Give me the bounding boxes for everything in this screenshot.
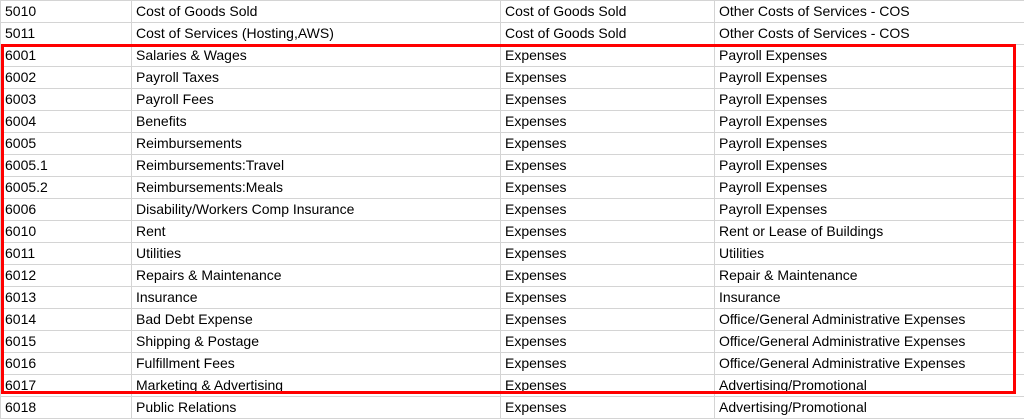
- cell-account-name[interactable]: Benefits: [131, 110, 501, 133]
- table-row: 6002 Payroll Taxes Expenses Payroll Expe…: [0, 66, 1024, 89]
- cell-detail-type[interactable]: Rent or Lease of Buildings: [714, 220, 1024, 243]
- cell-account-type[interactable]: Expenses: [500, 308, 715, 331]
- cell-account-name[interactable]: Utilities: [131, 242, 501, 265]
- cell-account-type[interactable]: Expenses: [500, 242, 715, 265]
- cell-account-name[interactable]: Rent: [131, 220, 501, 243]
- cell-account-name[interactable]: Reimbursements:Travel: [131, 154, 501, 177]
- cell-account-type[interactable]: Expenses: [500, 330, 715, 353]
- cell-detail-type[interactable]: Repair & Maintenance: [714, 264, 1024, 287]
- cell-account-name[interactable]: Bad Debt Expense: [131, 308, 501, 331]
- cell-detail-type[interactable]: Payroll Expenses: [714, 176, 1024, 199]
- table-row: 6004 Benefits Expenses Payroll Expenses: [0, 110, 1024, 133]
- table-row: 6012 Repairs & Maintenance Expenses Repa…: [0, 264, 1024, 287]
- cell-detail-type[interactable]: Payroll Expenses: [714, 198, 1024, 221]
- cell-account-type[interactable]: Expenses: [500, 374, 715, 397]
- cell-account-type[interactable]: Expenses: [500, 154, 715, 177]
- cell-account-name[interactable]: Cost of Services (Hosting,AWS): [131, 22, 501, 45]
- cell-detail-type[interactable]: Payroll Expenses: [714, 154, 1024, 177]
- cell-account-code[interactable]: 6005.1: [0, 154, 132, 177]
- cell-account-code[interactable]: 6002: [0, 66, 132, 89]
- table-row: 6016 Fulfillment Fees Expenses Office/Ge…: [0, 352, 1024, 375]
- cell-account-name[interactable]: Cost of Goods Sold: [131, 0, 501, 23]
- cell-detail-type[interactable]: Payroll Expenses: [714, 88, 1024, 111]
- cell-account-type[interactable]: Expenses: [500, 396, 715, 419]
- table-row: 6018 Public Relations Expenses Advertisi…: [0, 396, 1024, 419]
- cell-account-type[interactable]: Cost of Goods Sold: [500, 22, 715, 45]
- cell-account-code[interactable]: 5011: [0, 22, 132, 45]
- cell-account-type[interactable]: Cost of Goods Sold: [500, 0, 715, 23]
- cell-account-name[interactable]: Fulfillment Fees: [131, 352, 501, 375]
- cell-account-code[interactable]: 6004: [0, 110, 132, 133]
- cell-account-name[interactable]: Insurance: [131, 286, 501, 309]
- cell-account-type[interactable]: Expenses: [500, 220, 715, 243]
- cell-account-code[interactable]: 6006: [0, 198, 132, 221]
- cell-account-type[interactable]: Expenses: [500, 286, 715, 309]
- cell-account-code[interactable]: 6011: [0, 242, 132, 265]
- cell-detail-type[interactable]: Other Costs of Services - COS: [714, 22, 1024, 45]
- table-row: 6005.2 Reimbursements:Meals Expenses Pay…: [0, 176, 1024, 199]
- cell-account-name[interactable]: Public Relations: [131, 396, 501, 419]
- cell-account-name[interactable]: Repairs & Maintenance: [131, 264, 501, 287]
- cell-account-code[interactable]: 6017: [0, 374, 132, 397]
- cell-detail-type[interactable]: Office/General Administrative Expenses: [714, 352, 1024, 375]
- cell-detail-type[interactable]: Other Costs of Services - COS: [714, 0, 1024, 23]
- cell-account-code[interactable]: 6014: [0, 308, 132, 331]
- spreadsheet: 5010 Cost of Goods Sold Cost of Goods So…: [0, 0, 1024, 419]
- table-row: 6005.1 Reimbursements:Travel Expenses Pa…: [0, 154, 1024, 177]
- cell-detail-type[interactable]: Insurance: [714, 286, 1024, 309]
- cell-detail-type[interactable]: Payroll Expenses: [714, 132, 1024, 155]
- cell-account-name[interactable]: Marketing & Advertising: [131, 374, 501, 397]
- cell-account-code[interactable]: 6012: [0, 264, 132, 287]
- table-row: 6006 Disability/Workers Comp Insurance E…: [0, 198, 1024, 221]
- cell-detail-type[interactable]: Advertising/Promotional: [714, 374, 1024, 397]
- cell-account-name[interactable]: Reimbursements: [131, 132, 501, 155]
- cell-detail-type[interactable]: Payroll Expenses: [714, 110, 1024, 133]
- cell-account-name[interactable]: Reimbursements:Meals: [131, 176, 501, 199]
- cell-detail-type[interactable]: Office/General Administrative Expenses: [714, 308, 1024, 331]
- cell-account-type[interactable]: Expenses: [500, 352, 715, 375]
- table-row: 6003 Payroll Fees Expenses Payroll Expen…: [0, 88, 1024, 111]
- table-row: 6010 Rent Expenses Rent or Lease of Buil…: [0, 220, 1024, 243]
- cell-account-name[interactable]: Payroll Taxes: [131, 66, 501, 89]
- cell-account-code[interactable]: 5010: [0, 0, 132, 23]
- cell-account-type[interactable]: Expenses: [500, 44, 715, 67]
- cell-account-type[interactable]: Expenses: [500, 88, 715, 111]
- cell-account-type[interactable]: Expenses: [500, 110, 715, 133]
- table-row: 6005 Reimbursements Expenses Payroll Exp…: [0, 132, 1024, 155]
- cell-account-code[interactable]: 6005: [0, 132, 132, 155]
- cell-account-name[interactable]: Shipping & Postage: [131, 330, 501, 353]
- cell-account-name[interactable]: Disability/Workers Comp Insurance: [131, 198, 501, 221]
- cell-account-name[interactable]: Salaries & Wages: [131, 44, 501, 67]
- cell-account-name[interactable]: Payroll Fees: [131, 88, 501, 111]
- chart-of-accounts-table: 5010 Cost of Goods Sold Cost of Goods So…: [0, 0, 1024, 419]
- cell-account-type[interactable]: Expenses: [500, 198, 715, 221]
- cell-detail-type[interactable]: Advertising/Promotional: [714, 396, 1024, 419]
- cell-account-code[interactable]: 6015: [0, 330, 132, 353]
- cell-account-code[interactable]: 6005.2: [0, 176, 132, 199]
- table-row: 6001 Salaries & Wages Expenses Payroll E…: [0, 44, 1024, 67]
- table-row: 6015 Shipping & Postage Expenses Office/…: [0, 330, 1024, 353]
- table-row: 6013 Insurance Expenses Insurance: [0, 286, 1024, 309]
- cell-account-code[interactable]: 6001: [0, 44, 132, 67]
- table-row: 6014 Bad Debt Expense Expenses Office/Ge…: [0, 308, 1024, 331]
- cell-account-code[interactable]: 6013: [0, 286, 132, 309]
- cell-account-type[interactable]: Expenses: [500, 66, 715, 89]
- cell-detail-type[interactable]: Payroll Expenses: [714, 66, 1024, 89]
- cell-account-code[interactable]: 6010: [0, 220, 132, 243]
- cell-account-type[interactable]: Expenses: [500, 176, 715, 199]
- cell-detail-type[interactable]: Utilities: [714, 242, 1024, 265]
- table-row: 5010 Cost of Goods Sold Cost of Goods So…: [0, 0, 1024, 23]
- table-row: 6011 Utilities Expenses Utilities: [0, 242, 1024, 265]
- cell-account-type[interactable]: Expenses: [500, 132, 715, 155]
- cell-detail-type[interactable]: Office/General Administrative Expenses: [714, 330, 1024, 353]
- cell-account-code[interactable]: 6003: [0, 88, 132, 111]
- cell-account-code[interactable]: 6016: [0, 352, 132, 375]
- cell-account-code[interactable]: 6018: [0, 396, 132, 419]
- table-row: 5011 Cost of Services (Hosting,AWS) Cost…: [0, 22, 1024, 45]
- cell-account-type[interactable]: Expenses: [500, 264, 715, 287]
- cell-detail-type[interactable]: Payroll Expenses: [714, 44, 1024, 67]
- table-row: 6017 Marketing & Advertising Expenses Ad…: [0, 374, 1024, 397]
